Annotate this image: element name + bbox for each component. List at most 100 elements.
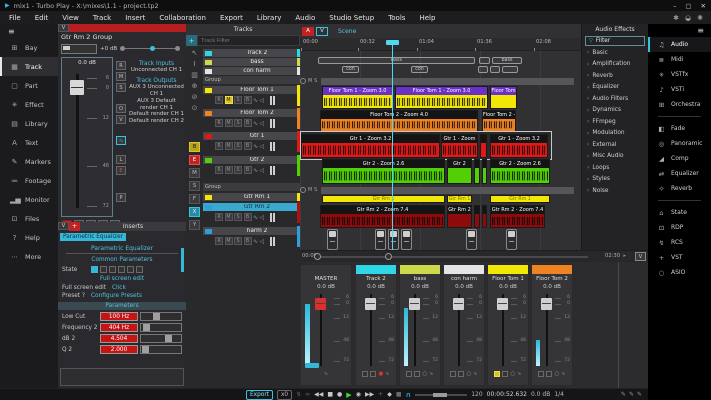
stop-button[interactable]: ■ (327, 391, 333, 398)
automation-fader[interactable] (327, 229, 338, 250)
clip-gtr-rm-2[interactable]: Gtr Rm 2 - Zoom 7.4 (320, 205, 445, 228)
menu-view[interactable]: View (55, 14, 86, 22)
menu-library[interactable]: Library (250, 14, 288, 22)
effects-category-loops[interactable]: › Loops (582, 162, 648, 174)
rightbar-item-asio[interactable]: ○ ASIO (648, 265, 711, 280)
effects-category-basic[interactable]: › Basic (582, 47, 648, 59)
eq-state-checkbox[interactable] (109, 266, 117, 273)
track-output-value[interactable]: AUX 3 Default render CH 1 (129, 98, 184, 112)
fader-handle[interactable] (541, 298, 552, 310)
record-arm-button[interactable]: R (116, 61, 126, 70)
clip-gtr-rm-1[interactable]: Gtr Rm 1 (447, 195, 472, 203)
cursor-tool-icon[interactable]: ↖ (192, 49, 198, 57)
monitor-dot-icon[interactable]: ○ (422, 371, 427, 377)
menu-tools[interactable]: Tools (381, 14, 412, 22)
eq-scrollbar[interactable] (181, 248, 184, 272)
clip-bass[interactable]: bass (492, 57, 522, 64)
insert-chip-parametric-equalizer[interactable]: Parametric Equalizer (60, 233, 127, 241)
clip-con[interactable]: con (411, 66, 428, 73)
clip-gtr-2[interactable] (474, 159, 480, 184)
fader-handle[interactable] (409, 298, 420, 310)
toggle-x-button[interactable]: X (189, 207, 200, 217)
track-row-gtr-2[interactable]: Gtr 2 R M S B ∿ ◁ (203, 155, 300, 176)
sidebar-item-markers[interactable]: ✎ Markers (0, 152, 58, 171)
eq-param-value[interactable]: 4.504 (100, 334, 138, 343)
clip-gtr-rm-2[interactable] (474, 205, 480, 228)
edit-button[interactable]: E (116, 166, 126, 175)
track-solo-button[interactable]: S (234, 96, 242, 104)
track-row-floor-tom-2[interactable]: Floor Tom 2 R M S B ∿ ◁ (203, 108, 300, 129)
track-output-value[interactable]: Default render CH 2 (129, 118, 184, 125)
eq-state-checkbox[interactable] (118, 266, 126, 273)
eq-param-slider[interactable] (140, 334, 182, 343)
track-bypass-button[interactable]: B (243, 96, 252, 104)
pan-slider[interactable] (120, 45, 180, 53)
x0-button[interactable]: x0 (276, 389, 293, 400)
rightbar-item-midi[interactable]: ≣ Midi (648, 52, 711, 67)
volume-fader[interactable]: 0.0 dB 6 0 12 48 72 (61, 57, 113, 217)
track-filter-input[interactable] (197, 35, 300, 46)
sidebar-item-track[interactable]: ▦ Track (0, 57, 58, 76)
toggle-e-button[interactable]: E (189, 155, 200, 165)
track-solo-button[interactable]: S (234, 119, 242, 127)
clip-floor-tom-1[interactable]: Floor Tom (490, 86, 517, 109)
track-row-track2[interactable]: Track 2 (203, 48, 300, 57)
speaker-icon[interactable]: ◁ (260, 97, 265, 104)
eq-state-checkbox[interactable] (127, 266, 135, 273)
record-dot-icon[interactable]: ● (378, 371, 383, 377)
effects-category-equalizer[interactable]: › Equalizer (582, 82, 648, 94)
track-mute-button[interactable]: M (224, 166, 233, 174)
eq-param-value[interactable]: 100 Hz (100, 312, 138, 321)
menu-edit[interactable]: Edit (28, 14, 56, 22)
rightbar-item-state[interactable]: ⌂ State (648, 205, 711, 220)
visibility-button[interactable]: V (116, 115, 126, 124)
speaker-icon[interactable]: ◁ (260, 238, 265, 245)
gear-icon[interactable]: ✺ (697, 14, 703, 22)
rightbar-item-fade[interactable]: ◧ Fade (648, 121, 711, 136)
effects-category-external[interactable]: › External (582, 139, 648, 151)
wave-icon[interactable]: ∿ (385, 371, 389, 377)
strip-checkbox[interactable] (362, 371, 369, 377)
effects-category-audio-filters[interactable]: › Audio Filters (582, 93, 648, 105)
group-bar[interactable]: M S (300, 77, 574, 85)
effects-category-amplification[interactable]: › Amplification (582, 59, 648, 71)
clip-gtr-1[interactable]: Gtr 1 - Zoom (441, 134, 478, 158)
strip-checkbox[interactable] (450, 371, 457, 377)
bolt-icon[interactable]: ↯ (296, 391, 301, 398)
strip-checkbox[interactable] (546, 371, 553, 377)
speaker-icon[interactable]: ◁ (260, 214, 265, 221)
record-button[interactable]: ● (337, 391, 342, 398)
clip[interactable] (479, 57, 490, 64)
track-record-button[interactable]: R (215, 166, 223, 174)
toggle-y-button[interactable]: Y (189, 220, 200, 230)
fader-handle[interactable] (70, 80, 84, 95)
close-button[interactable]: ✕ (701, 2, 706, 10)
track-output-value[interactable]: AUX 3 Unconnected CH 1 (129, 84, 184, 98)
export-button[interactable]: Export (246, 389, 273, 400)
pin-tool-icon[interactable]: ✎ (621, 391, 626, 398)
toggle-f-button[interactable]: F (189, 194, 200, 204)
clip-gtr-2[interactable]: Gtr 2 - Zoom 2.6 (490, 159, 550, 184)
fader-handle[interactable] (453, 298, 464, 310)
group-mute[interactable]: M (308, 188, 312, 193)
speaker-icon[interactable]: ◁ (260, 143, 265, 150)
toggle-b-button[interactable]: B (189, 142, 200, 152)
wave-icon[interactable]: ∿ (473, 371, 477, 377)
monitor-dot-icon[interactable]: ○ (510, 371, 515, 377)
menu-file[interactable]: File (2, 14, 28, 22)
mute-button[interactable]: M (116, 72, 126, 81)
clip[interactable] (490, 66, 500, 73)
track-record-button[interactable]: R (215, 213, 223, 221)
automation-fader[interactable] (375, 229, 386, 250)
cue-button[interactable]: ◉ (356, 391, 361, 398)
eq-param-value[interactable]: 2.000 (100, 345, 138, 354)
loop-icon[interactable]: ∞ (305, 391, 310, 398)
strip-checkbox[interactable] (406, 371, 413, 377)
eq-state-checkbox[interactable] (91, 266, 99, 273)
track-bypass-button[interactable]: B (243, 213, 252, 221)
snap-magnet-icon[interactable]: ∩ (406, 391, 412, 399)
sidebar-item-part[interactable]: ▢ Part (0, 76, 58, 95)
automation-fader[interactable] (506, 229, 517, 250)
clip-gtr-rm-2[interactable]: Gtr Rm 2 - Zoom 7.4 (490, 205, 545, 228)
wave-icon[interactable]: ∿ (324, 371, 328, 377)
